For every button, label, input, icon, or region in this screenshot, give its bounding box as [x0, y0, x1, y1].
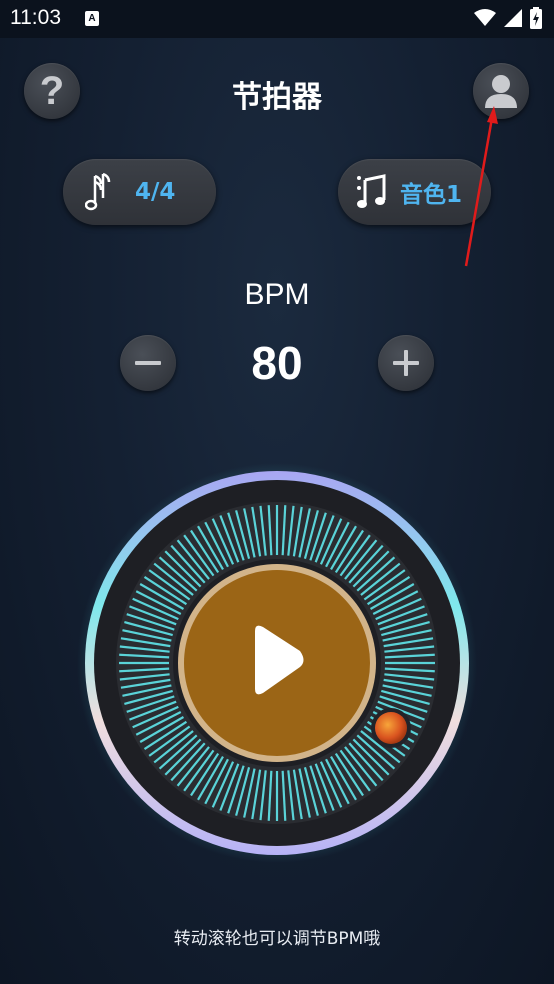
signal-icon [504, 9, 522, 27]
status-time: 11:03 [10, 6, 61, 29]
plus-icon [393, 350, 419, 376]
status-bar: 11:03 A [0, 0, 554, 38]
time-signature-label: 4/4 [135, 179, 176, 205]
music-note-icon [85, 172, 111, 211]
notification-icon: A [85, 11, 99, 26]
sound-label: 音色1 [400, 182, 463, 208]
minus-icon [135, 361, 161, 365]
bpm-decrease-button[interactable] [120, 335, 176, 391]
bpm-dial[interactable] [77, 463, 477, 863]
wifi-icon [474, 9, 496, 26]
bpm-label: BPM [244, 278, 310, 311]
time-signature-button[interactable]: 4/4 [63, 159, 216, 225]
rotation-knob[interactable] [375, 712, 407, 744]
hint-text: 转动滚轮也可以调节BPM哦 [173, 929, 381, 949]
user-icon [485, 75, 517, 108]
profile-button[interactable] [473, 63, 529, 119]
battery-charging-icon [530, 7, 542, 29]
bpm-value: 80 [251, 337, 303, 389]
music-notes-icon [357, 174, 386, 208]
bpm-increase-button[interactable] [378, 335, 434, 391]
page-title: 节拍器 [232, 80, 322, 115]
sound-button[interactable]: 音色1 [338, 159, 491, 225]
